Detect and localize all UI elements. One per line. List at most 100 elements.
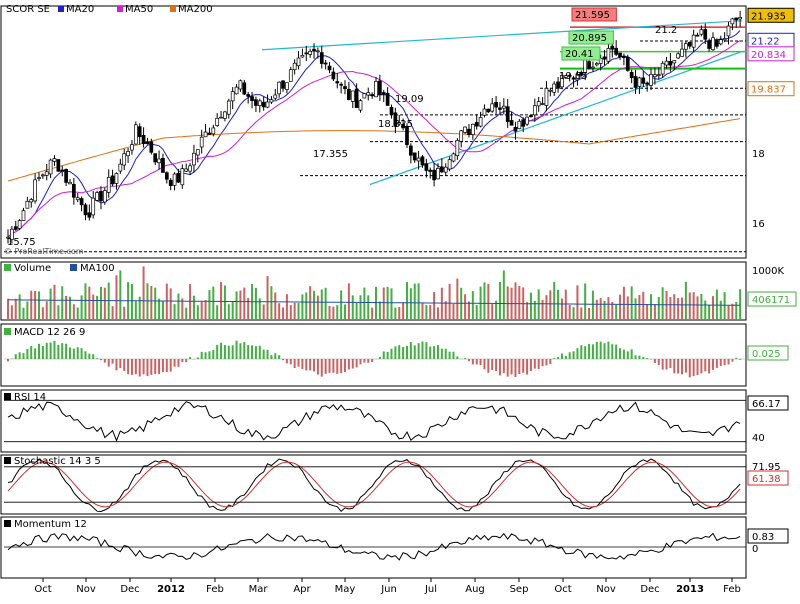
macd-bar — [700, 359, 702, 373]
candle-body — [739, 17, 742, 19]
macd-bar — [538, 359, 540, 369]
macd-bar — [367, 359, 369, 363]
candle-body — [231, 92, 234, 101]
candle-body — [165, 173, 168, 180]
macd-bar — [267, 350, 269, 359]
macd-bar — [654, 359, 656, 363]
volume-bar — [348, 283, 350, 320]
volume-bar — [576, 285, 578, 320]
volume-bar — [332, 307, 334, 320]
macd-bar — [584, 346, 586, 359]
candle-body — [479, 117, 482, 126]
volume-bar — [677, 298, 679, 320]
volume-bar — [170, 288, 172, 320]
macd-bar — [77, 347, 79, 359]
volume-bar — [379, 301, 381, 320]
candle-body — [49, 160, 52, 174]
candle-body — [735, 18, 738, 20]
volume-bar — [201, 302, 203, 320]
volume-bar — [7, 299, 9, 320]
candle-body — [200, 137, 203, 147]
stochastic-swatch — [4, 457, 11, 464]
macd-bar — [421, 342, 423, 359]
macd-bar — [7, 359, 9, 361]
candle-body — [41, 175, 44, 176]
macd-bar — [418, 343, 420, 359]
volume-bar — [363, 288, 365, 320]
candle-body — [657, 75, 660, 76]
ma50-swatch — [117, 6, 123, 12]
macd-bar — [452, 352, 454, 359]
volume-bar — [224, 285, 226, 320]
candle-body — [111, 176, 114, 184]
macd-bar — [731, 359, 733, 362]
candle-body — [53, 159, 56, 162]
candle-body — [34, 180, 37, 201]
macd-bar — [185, 359, 187, 362]
volume-bar — [38, 291, 40, 320]
price-level-label: 21.595 — [575, 10, 610, 21]
volume-bar — [73, 304, 75, 320]
macd-bar — [259, 346, 261, 359]
volume-bar — [460, 288, 462, 320]
candle-body — [130, 145, 133, 151]
candle-body — [134, 125, 137, 144]
macd-bar — [739, 359, 741, 360]
candle-body — [537, 102, 540, 106]
candle-body — [266, 102, 269, 107]
volume-bar — [57, 305, 59, 320]
macd-bar — [495, 359, 497, 371]
candle-body — [351, 91, 354, 102]
macd-bar — [514, 359, 516, 377]
candle-body — [355, 89, 358, 108]
volume-bar — [600, 298, 602, 320]
volume-bar — [371, 308, 373, 320]
macd-bar — [15, 354, 17, 359]
volume-bar — [607, 297, 609, 320]
price-badge-label: 19.837 — [751, 85, 786, 96]
macd-bar — [216, 345, 218, 359]
price-level-label: 20.41 — [565, 49, 594, 60]
macd-bar — [166, 359, 168, 372]
macd-bar — [189, 357, 191, 359]
candle-body — [460, 131, 463, 142]
macd-bar — [433, 346, 435, 359]
macd-bar — [177, 359, 179, 367]
volume-bar — [704, 301, 706, 320]
macd-bar — [197, 357, 199, 359]
macd-bar — [317, 359, 319, 375]
macd-bar — [255, 346, 257, 359]
chart-canvas[interactable]: 21.59521.220.89520.4119.8519.0918.32517.… — [0, 0, 800, 600]
volume-bar — [367, 295, 369, 320]
candle-body — [696, 35, 699, 36]
candle-body — [320, 53, 323, 64]
macd-bar — [100, 359, 102, 360]
macd-bar — [263, 350, 265, 359]
candle-body — [467, 129, 470, 134]
candle-body — [382, 92, 385, 94]
candle-body — [708, 41, 711, 49]
macd-bar — [42, 346, 44, 359]
macd-bar — [441, 349, 443, 359]
macd-bar — [208, 351, 210, 359]
candle-body — [324, 63, 327, 64]
volume-bar — [61, 286, 63, 320]
macd-bar — [313, 359, 315, 371]
macd-bar — [19, 352, 21, 359]
candle-body — [347, 89, 350, 99]
volume-bar — [208, 290, 210, 320]
candle-body — [433, 170, 436, 180]
candle-body — [359, 101, 362, 110]
candle-body — [518, 121, 521, 128]
candle-body — [76, 198, 79, 200]
x-axis-label: May — [335, 584, 356, 595]
volume-bar — [739, 289, 741, 320]
macd-bar — [499, 359, 501, 375]
candle-body — [169, 180, 172, 185]
candle-body — [189, 166, 192, 171]
volume-bar — [720, 301, 722, 320]
macd-bar — [708, 359, 710, 373]
candle-body — [619, 53, 622, 57]
candle-body — [367, 93, 370, 96]
macd-bar — [154, 359, 156, 374]
